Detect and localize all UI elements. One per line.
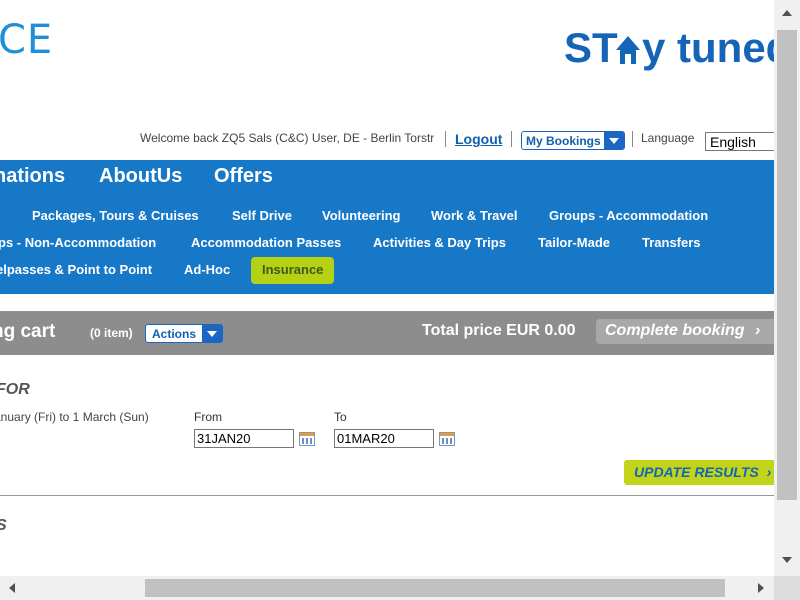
- subnav-work-travel[interactable]: Work & Travel: [431, 208, 517, 223]
- divider: [0, 495, 774, 496]
- chevron-down-icon: [202, 325, 222, 342]
- from-date-input[interactable]: 31JAN20: [194, 429, 294, 448]
- total-price: Total price EUR 0.00: [422, 322, 576, 339]
- logout-link[interactable]: Logout: [455, 131, 502, 147]
- separator: [445, 131, 446, 147]
- scroll-left-icon[interactable]: [9, 583, 15, 593]
- to-date-input[interactable]: 01MAR20: [334, 429, 434, 448]
- scroll-right-icon[interactable]: [758, 583, 764, 593]
- stay-tuned-logo[interactable]: ST y tuned: [564, 22, 774, 78]
- subnav-groups-non-accommodation[interactable]: ps - Non-Accommodation: [0, 235, 156, 250]
- update-results-button[interactable]: UPDATE RESULTS ›: [624, 460, 784, 485]
- subnav-groups-accommodation[interactable]: Groups - Accommodation: [549, 208, 708, 223]
- subnav-insurance[interactable]: Insurance: [251, 257, 334, 284]
- my-bookings-dropdown[interactable]: My Bookings: [521, 131, 625, 150]
- subnav-ad-hoc[interactable]: Ad-Hoc: [184, 262, 230, 277]
- cart-title: ng cart: [0, 321, 56, 342]
- welcome-message: Welcome back ZQ5 Sals (C&C) User, DE - B…: [140, 131, 435, 145]
- date-range-summary: anuary (Fri) to 1 March (Sun): [0, 410, 149, 424]
- language-label: Language: [641, 131, 695, 145]
- subnav-tailor-made[interactable]: Tailor-Made: [538, 235, 610, 250]
- svg-text:y tuned: y tuned: [642, 24, 774, 71]
- nav-about-us[interactable]: AboutUs: [99, 165, 182, 188]
- search-title: FOR: [0, 381, 30, 398]
- actions-label: Actions: [152, 327, 197, 341]
- subnav-packages-tours-cruises[interactable]: Packages, Tours & Cruises: [32, 208, 199, 223]
- subnav-travelpasses[interactable]: elpasses & Point to Point: [0, 262, 152, 277]
- separator: [632, 131, 633, 147]
- subnav-self-drive[interactable]: Self Drive: [232, 208, 292, 223]
- chevron-down-icon: [604, 132, 624, 149]
- scrollbar-corner: [774, 576, 800, 600]
- my-bookings-label: My Bookings: [526, 134, 601, 148]
- scroll-up-icon[interactable]: [782, 10, 792, 16]
- svg-text:ST: ST: [564, 24, 618, 71]
- subnav-activities-day-trips[interactable]: Activities & Day Trips: [373, 235, 506, 250]
- complete-booking-button[interactable]: Complete booking ›: [596, 319, 786, 344]
- complete-booking-label: Complete booking: [605, 322, 745, 339]
- section-title: S: [0, 517, 7, 535]
- brand-logo-left[interactable]: CE: [0, 18, 53, 62]
- calendar-icon[interactable]: [299, 432, 315, 446]
- nav-offers[interactable]: Offers: [214, 165, 273, 188]
- actions-dropdown[interactable]: Actions: [145, 324, 223, 343]
- update-results-label: UPDATE RESULTS: [634, 464, 759, 480]
- chevron-right-icon: ›: [755, 322, 761, 339]
- language-select[interactable]: English: [705, 132, 780, 151]
- horizontal-scroll-thumb[interactable]: [145, 579, 725, 597]
- chevron-right-icon: ›: [766, 464, 772, 480]
- to-label: To: [334, 410, 347, 424]
- cart-item-count: (0 item): [90, 326, 133, 340]
- calendar-icon[interactable]: [439, 432, 455, 446]
- scroll-down-icon[interactable]: [782, 557, 792, 563]
- vertical-scroll-thumb[interactable]: [777, 30, 797, 500]
- from-label: From: [194, 410, 222, 424]
- subnav-volunteering[interactable]: Volunteering: [322, 208, 400, 223]
- separator: [511, 131, 512, 147]
- subnav-accommodation-passes[interactable]: Accommodation Passes: [191, 235, 341, 250]
- subnav-transfers[interactable]: Transfers: [642, 235, 701, 250]
- nav-destinations[interactable]: nations: [0, 165, 65, 188]
- stay-tuned-logo-graphic: ST y tuned: [564, 24, 774, 71]
